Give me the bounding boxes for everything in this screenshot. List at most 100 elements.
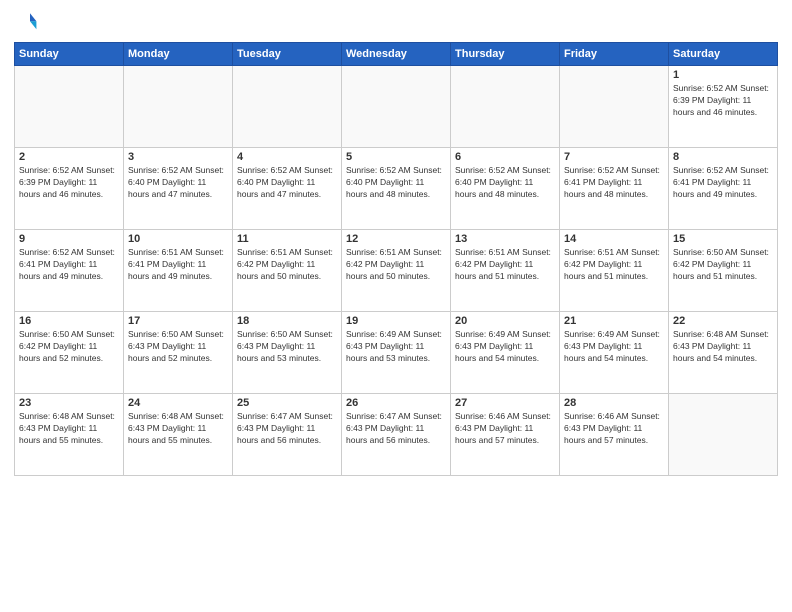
calendar-cell: 12 Sunrise: 6:51 AM Sunset: 6:42 PM Dayli…: [342, 230, 451, 312]
weekday-header-friday: Friday: [560, 43, 669, 66]
calendar-week-1: 1 Sunrise: 6:52 AM Sunset: 6:39 PM Daylig…: [15, 66, 778, 148]
day-number: 16: [19, 315, 119, 327]
calendar-cell: 11 Sunrise: 6:51 AM Sunset: 6:42 PM Dayli…: [233, 230, 342, 312]
day-info: Sunrise: 6:50 AM Sunset: 6:42 PM Dayligh…: [19, 329, 119, 365]
day-number: 20: [455, 315, 555, 327]
calendar-cell: 16 Sunrise: 6:50 AM Sunset: 6:42 PM Dayli…: [15, 312, 124, 394]
day-number: 8: [673, 151, 773, 163]
calendar-week-4: 16 Sunrise: 6:50 AM Sunset: 6:42 PM Dayli…: [15, 312, 778, 394]
day-number: 25: [237, 397, 337, 409]
day-info: Sunrise: 6:52 AM Sunset: 6:41 PM Dayligh…: [673, 165, 773, 201]
calendar-cell: 7 Sunrise: 6:52 AM Sunset: 6:41 PM Daylig…: [560, 148, 669, 230]
day-number: 11: [237, 233, 337, 245]
day-info: Sunrise: 6:51 AM Sunset: 6:42 PM Dayligh…: [564, 247, 664, 283]
calendar-cell: 15 Sunrise: 6:50 AM Sunset: 6:42 PM Dayli…: [669, 230, 778, 312]
day-number: 6: [455, 151, 555, 163]
day-info: Sunrise: 6:47 AM Sunset: 6:43 PM Dayligh…: [237, 411, 337, 447]
calendar-cell: 1 Sunrise: 6:52 AM Sunset: 6:39 PM Daylig…: [669, 66, 778, 148]
day-number: 5: [346, 151, 446, 163]
weekday-header-wednesday: Wednesday: [342, 43, 451, 66]
day-number: 13: [455, 233, 555, 245]
day-info: Sunrise: 6:50 AM Sunset: 6:42 PM Dayligh…: [673, 247, 773, 283]
day-number: 9: [19, 233, 119, 245]
day-number: 28: [564, 397, 664, 409]
calendar-cell: 20 Sunrise: 6:49 AM Sunset: 6:43 PM Dayli…: [451, 312, 560, 394]
day-info: Sunrise: 6:51 AM Sunset: 6:42 PM Dayligh…: [455, 247, 555, 283]
page: SundayMondayTuesdayWednesdayThursdayFrid…: [0, 0, 792, 612]
calendar-cell: 3 Sunrise: 6:52 AM Sunset: 6:40 PM Daylig…: [124, 148, 233, 230]
day-info: Sunrise: 6:50 AM Sunset: 6:43 PM Dayligh…: [237, 329, 337, 365]
calendar-table: SundayMondayTuesdayWednesdayThursdayFrid…: [14, 42, 778, 476]
day-number: 26: [346, 397, 446, 409]
calendar-cell: 5 Sunrise: 6:52 AM Sunset: 6:40 PM Daylig…: [342, 148, 451, 230]
day-number: 12: [346, 233, 446, 245]
day-number: 18: [237, 315, 337, 327]
day-info: Sunrise: 6:46 AM Sunset: 6:43 PM Dayligh…: [455, 411, 555, 447]
day-info: Sunrise: 6:49 AM Sunset: 6:43 PM Dayligh…: [564, 329, 664, 365]
day-number: 1: [673, 69, 773, 81]
calendar-cell: [451, 66, 560, 148]
logo-icon: [14, 10, 38, 34]
day-info: Sunrise: 6:46 AM Sunset: 6:43 PM Dayligh…: [564, 411, 664, 447]
day-info: Sunrise: 6:47 AM Sunset: 6:43 PM Dayligh…: [346, 411, 446, 447]
logo: [14, 10, 42, 34]
day-number: 17: [128, 315, 228, 327]
day-info: Sunrise: 6:51 AM Sunset: 6:42 PM Dayligh…: [237, 247, 337, 283]
calendar-cell: [233, 66, 342, 148]
calendar-week-2: 2Sunrise: 6:52 AM Sunset: 6:39 PM Daylig…: [15, 148, 778, 230]
calendar-cell: 8 Sunrise: 6:52 AM Sunset: 6:41 PM Daylig…: [669, 148, 778, 230]
day-info: Sunrise: 6:49 AM Sunset: 6:43 PM Dayligh…: [346, 329, 446, 365]
calendar-cell: 14Sunrise: 6:51 AM Sunset: 6:42 PM Dayli…: [560, 230, 669, 312]
calendar-week-5: 23 Sunrise: 6:48 AM Sunset: 6:43 PM Dayli…: [15, 394, 778, 476]
calendar-cell: [342, 66, 451, 148]
weekday-header-thursday: Thursday: [451, 43, 560, 66]
weekday-header-sunday: Sunday: [15, 43, 124, 66]
day-info: Sunrise: 6:52 AM Sunset: 6:41 PM Dayligh…: [19, 247, 119, 283]
day-info: Sunrise: 6:52 AM Sunset: 6:41 PM Dayligh…: [564, 165, 664, 201]
day-number: 3: [128, 151, 228, 163]
day-number: 7: [564, 151, 664, 163]
day-number: 23: [19, 397, 119, 409]
day-info: Sunrise: 6:52 AM Sunset: 6:40 PM Dayligh…: [346, 165, 446, 201]
day-number: 22: [673, 315, 773, 327]
calendar-week-3: 9 Sunrise: 6:52 AM Sunset: 6:41 PM Daylig…: [15, 230, 778, 312]
calendar-cell: 4 Sunrise: 6:52 AM Sunset: 6:40 PM Daylig…: [233, 148, 342, 230]
calendar-cell: 9 Sunrise: 6:52 AM Sunset: 6:41 PM Daylig…: [15, 230, 124, 312]
weekday-header-row: SundayMondayTuesdayWednesdayThursdayFrid…: [15, 43, 778, 66]
day-info: Sunrise: 6:52 AM Sunset: 6:40 PM Dayligh…: [128, 165, 228, 201]
calendar-cell: 6 Sunrise: 6:52 AM Sunset: 6:40 PM Daylig…: [451, 148, 560, 230]
day-info: Sunrise: 6:52 AM Sunset: 6:40 PM Dayligh…: [237, 165, 337, 201]
calendar-cell: 17 Sunrise: 6:50 AM Sunset: 6:43 PM Dayli…: [124, 312, 233, 394]
calendar-cell: 13 Sunrise: 6:51 AM Sunset: 6:42 PM Dayli…: [451, 230, 560, 312]
calendar-cell: 23 Sunrise: 6:48 AM Sunset: 6:43 PM Dayli…: [15, 394, 124, 476]
day-info: Sunrise: 6:49 AM Sunset: 6:43 PM Dayligh…: [455, 329, 555, 365]
day-info: Sunrise: 6:52 AM Sunset: 6:39 PM Dayligh…: [673, 83, 773, 119]
calendar-cell: 28 Sunrise: 6:46 AM Sunset: 6:43 PM Dayli…: [560, 394, 669, 476]
day-number: 21: [564, 315, 664, 327]
calendar-cell: 21 Sunrise: 6:49 AM Sunset: 6:43 PM Dayli…: [560, 312, 669, 394]
day-number: 10: [128, 233, 228, 245]
calendar-cell: 24Sunrise: 6:48 AM Sunset: 6:43 PM Dayli…: [124, 394, 233, 476]
calendar-cell: 22 Sunrise: 6:48 AM Sunset: 6:43 PM Dayli…: [669, 312, 778, 394]
calendar-cell: [669, 394, 778, 476]
calendar-cell: 25 Sunrise: 6:47 AM Sunset: 6:43 PM Dayli…: [233, 394, 342, 476]
day-number: 27: [455, 397, 555, 409]
calendar-cell: 10 Sunrise: 6:51 AM Sunset: 6:41 PM Dayli…: [124, 230, 233, 312]
day-info: Sunrise: 6:48 AM Sunset: 6:43 PM Dayligh…: [19, 411, 119, 447]
day-number: 19: [346, 315, 446, 327]
calendar-cell: 27 Sunrise: 6:46 AM Sunset: 6:43 PM Dayli…: [451, 394, 560, 476]
day-info: Sunrise: 6:50 AM Sunset: 6:43 PM Dayligh…: [128, 329, 228, 365]
day-number: 2: [19, 151, 119, 163]
calendar-cell: 19 Sunrise: 6:49 AM Sunset: 6:43 PM Dayli…: [342, 312, 451, 394]
day-number: 15: [673, 233, 773, 245]
day-number: 24: [128, 397, 228, 409]
day-info: Sunrise: 6:51 AM Sunset: 6:41 PM Dayligh…: [128, 247, 228, 283]
day-number: 4: [237, 151, 337, 163]
weekday-header-tuesday: Tuesday: [233, 43, 342, 66]
day-info: Sunrise: 6:52 AM Sunset: 6:40 PM Dayligh…: [455, 165, 555, 201]
day-info: Sunrise: 6:51 AM Sunset: 6:42 PM Dayligh…: [346, 247, 446, 283]
header: [14, 10, 778, 34]
day-info: Sunrise: 6:48 AM Sunset: 6:43 PM Dayligh…: [673, 329, 773, 365]
weekday-header-monday: Monday: [124, 43, 233, 66]
calendar-cell: [560, 66, 669, 148]
